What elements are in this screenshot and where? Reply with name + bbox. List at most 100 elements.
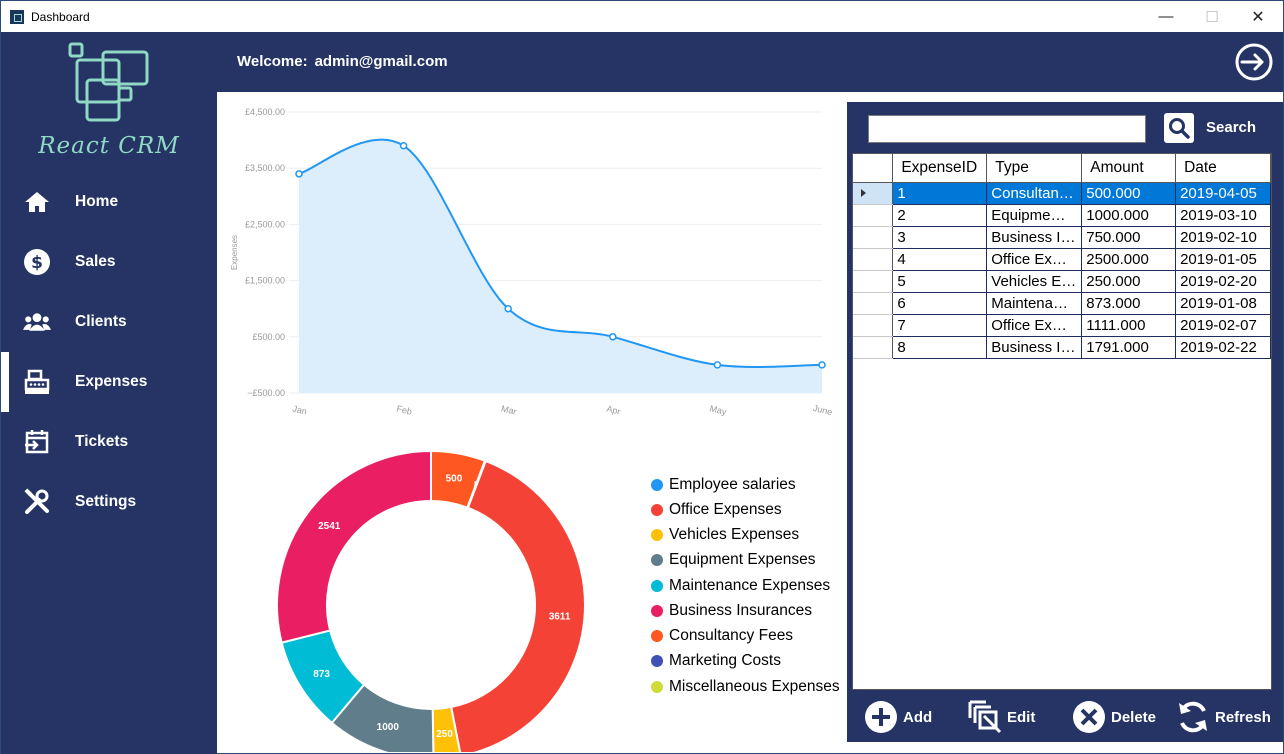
- legend-label: Marketing Costs: [669, 652, 781, 670]
- table-cell[interactable]: 4: [892, 248, 988, 271]
- table-cell[interactable]: Business I…: [986, 226, 1083, 249]
- table-cell[interactable]: 2019-03-10: [1175, 204, 1271, 227]
- table-cell[interactable]: 1000.000: [1081, 204, 1177, 227]
- add-icon: [865, 701, 897, 733]
- table-cell[interactable]: Consultan…: [986, 182, 1083, 205]
- table-row[interactable]: 3 Business I… 750.000 2019-02-10: [853, 226, 1271, 249]
- window-title: Dashboard: [31, 9, 90, 24]
- table-cell[interactable]: Office Ex…: [986, 248, 1083, 271]
- legend-label: Consultancy Fees: [669, 627, 794, 645]
- add-button[interactable]: Add: [863, 699, 932, 735]
- table-cell[interactable]: 2019-02-07: [1175, 314, 1271, 337]
- sidebar-item-sales[interactable]: $ Sales: [1, 232, 217, 292]
- legend-item[interactable]: Employee salaries: [651, 472, 840, 497]
- legend-item[interactable]: Vehicles Expenses: [651, 523, 840, 548]
- edit-button[interactable]: Edit: [967, 699, 1035, 735]
- column-header[interactable]: Date: [1175, 154, 1271, 183]
- table-cell[interactable]: 2019-01-05: [1175, 248, 1271, 271]
- table-row[interactable]: 2 Equipme… 1000.000 2019-03-10: [853, 204, 1271, 227]
- table-cell[interactable]: Vehicles E…: [986, 270, 1083, 293]
- row-header[interactable]: [853, 336, 894, 359]
- legend-item[interactable]: Equipment Expenses: [651, 548, 840, 573]
- table-row[interactable]: 6 Maintena… 873.000 2019-01-08: [853, 292, 1271, 315]
- legend-item[interactable]: Marketing Costs: [651, 649, 840, 674]
- table-cell[interactable]: 8: [892, 336, 988, 359]
- donut-slice[interactable]: [449, 459, 586, 752]
- table-cell[interactable]: 873.000: [1081, 292, 1177, 315]
- search-button[interactable]: [1164, 113, 1194, 143]
- close-button[interactable]: ✕: [1235, 1, 1281, 32]
- data-point[interactable]: [399, 141, 408, 150]
- brand-logo-icon: [68, 42, 149, 122]
- search-input[interactable]: [868, 115, 1146, 143]
- data-point[interactable]: [713, 361, 722, 369]
- row-header[interactable]: [853, 270, 894, 293]
- column-header[interactable]: Type: [986, 154, 1083, 183]
- table-row[interactable]: 5 Vehicles E… 250.000 2019-02-20: [853, 270, 1271, 293]
- table-cell[interactable]: 7: [892, 314, 988, 337]
- table-cell[interactable]: 6: [892, 292, 988, 315]
- legend-item[interactable]: Consultancy Fees: [651, 624, 840, 649]
- table-row[interactable]: 4 Office Ex… 2500.000 2019-01-05: [853, 248, 1271, 271]
- table-row[interactable]: 8 Business I… 1791.000 2019-02-22: [853, 336, 1271, 359]
- minimize-button[interactable]: —: [1143, 1, 1189, 32]
- data-point[interactable]: [295, 170, 303, 178]
- table-cell[interactable]: 2019-02-22: [1175, 336, 1271, 359]
- table-row[interactable]: 7 Office Ex… 1111.000 2019-02-07: [853, 314, 1271, 337]
- maximize-button[interactable]: ☐: [1189, 1, 1235, 32]
- table-cell[interactable]: 2019-04-05: [1175, 182, 1271, 205]
- table-cell[interactable]: 1111.000: [1081, 314, 1177, 337]
- table-cell[interactable]: 2: [892, 204, 988, 227]
- legend-dot-icon: [651, 554, 663, 567]
- table-cell[interactable]: Maintena…: [986, 292, 1083, 315]
- sidebar-item-home[interactable]: Home: [1, 172, 217, 232]
- table-cell[interactable]: Business I…: [986, 336, 1083, 359]
- table-cell[interactable]: 2019-02-20: [1175, 270, 1271, 293]
- table-cell[interactable]: 3: [892, 226, 988, 249]
- legend-item[interactable]: Miscellaneous Expenses: [651, 674, 840, 699]
- row-header[interactable]: [853, 248, 894, 271]
- column-header[interactable]: ExpenseID: [892, 154, 988, 183]
- table-cell[interactable]: Equipme…: [986, 204, 1083, 227]
- row-header[interactable]: [853, 314, 894, 337]
- legend-item[interactable]: Maintenance Expenses: [651, 573, 840, 598]
- data-point[interactable]: [818, 361, 826, 369]
- column-header[interactable]: Amount: [1081, 154, 1177, 183]
- row-header[interactable]: [853, 292, 894, 315]
- table-cell[interactable]: 500.000: [1081, 182, 1177, 205]
- table-cell[interactable]: 1: [892, 182, 988, 205]
- data-point[interactable]: [609, 333, 617, 341]
- search-label[interactable]: Search: [1206, 119, 1256, 136]
- table-cell[interactable]: 2019-01-08: [1175, 292, 1271, 315]
- sidebar-item-tickets[interactable]: Tickets: [1, 412, 217, 472]
- table-cell[interactable]: 750.000: [1081, 226, 1177, 249]
- table-cell[interactable]: Office Ex…: [986, 314, 1083, 337]
- legend-label: Equipment Expenses: [669, 551, 816, 569]
- refresh-button[interactable]: Refresh: [1175, 699, 1271, 735]
- table-cell[interactable]: 1791.000: [1081, 336, 1177, 359]
- row-header[interactable]: [853, 204, 894, 227]
- sidebar-item-expenses[interactable]: Expenses: [1, 352, 217, 412]
- table-cell[interactable]: 2500.000: [1081, 248, 1177, 271]
- table-cell[interactable]: 5: [892, 270, 988, 293]
- row-header[interactable]: [853, 226, 894, 249]
- sidebar-item-settings[interactable]: Settings: [1, 472, 217, 532]
- delete-button[interactable]: Delete: [1071, 699, 1156, 735]
- calendar-import-icon: [25, 430, 49, 454]
- x-tick-label: Feb: [396, 403, 413, 416]
- row-header[interactable]: [853, 182, 894, 205]
- legend-item[interactable]: Business Insurances: [651, 598, 840, 623]
- tools-icon: [24, 488, 49, 514]
- app-window: Dashboard — ☐ ✕ React CRM Home $ Sales C…: [0, 0, 1284, 754]
- table-row[interactable]: 1 Consultan… 500.000 2019-04-05: [853, 182, 1271, 205]
- table-cell[interactable]: 250.000: [1081, 270, 1177, 293]
- table-cell[interactable]: 2019-02-10: [1175, 226, 1271, 249]
- y-tick-label: £2,500.00: [245, 219, 285, 229]
- donut-slice[interactable]: [276, 449, 432, 644]
- welcome-label: Welcome:: [237, 53, 308, 70]
- logout-icon[interactable]: [1234, 42, 1274, 82]
- legend-item[interactable]: Office Expenses: [651, 497, 840, 522]
- data-point[interactable]: [504, 304, 512, 313]
- sidebar-item-clients[interactable]: Clients: [1, 292, 217, 352]
- expenses-line-chart: £4,500.00 £3,500.00 £2,500.00 £1,500.00 £500…: [230, 107, 833, 417]
